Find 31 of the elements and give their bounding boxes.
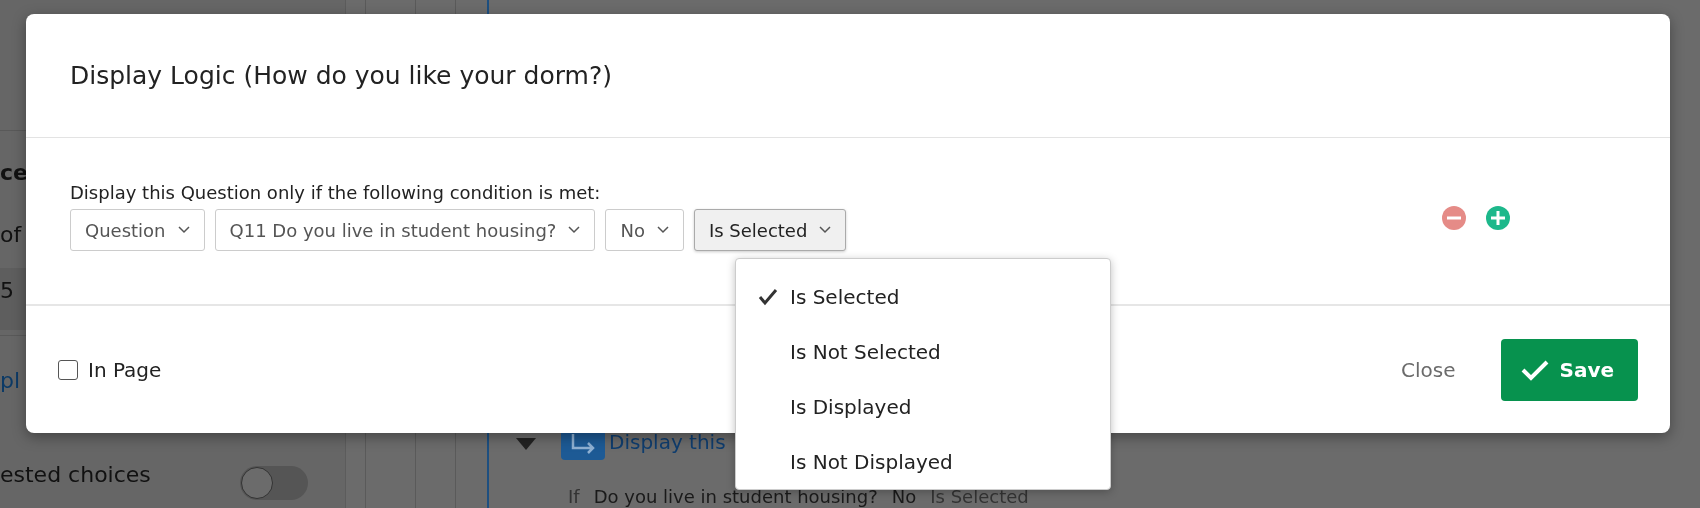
sidebar-text: ce [0, 160, 28, 185]
menu-item[interactable]: Is Selected [736, 270, 1110, 325]
condition-text: Do you live in student housing? [593, 486, 878, 507]
close-button[interactable]: Close [1365, 357, 1492, 382]
chevron-icon [568, 226, 581, 234]
condition-dropdown[interactable]: Is Selected [693, 209, 847, 251]
dialog-title: Display Logic (How do you like your dorm?) [70, 61, 612, 90]
condition-dropdown[interactable]: No [605, 209, 684, 251]
check-icon [1521, 358, 1550, 381]
sidebar-text: 5 [0, 278, 14, 303]
sidebar-text: ested choices [0, 462, 151, 487]
condition-text: No [891, 486, 917, 507]
condition-prompt: Display this Question only if the following condition is met: [70, 182, 602, 203]
condition-dropdown[interactable]: Q11 Do you live in student housing? [214, 209, 596, 251]
menu-item[interactable]: Is Not Selected [736, 324, 1110, 380]
remove-icon[interactable] [1442, 206, 1466, 230]
chevron-icon [656, 226, 669, 234]
sidebar-text: of [0, 222, 22, 247]
condition-text: If [568, 486, 580, 507]
condition-text: Is Selected [930, 486, 1029, 507]
add-icon[interactable] [1486, 206, 1510, 230]
checkbox-label[interactable]: In Page [88, 357, 162, 382]
collapse-icon[interactable] [516, 438, 536, 450]
toggle-switch[interactable] [240, 466, 308, 500]
menu-item[interactable]: Is Displayed [736, 379, 1110, 435]
save-button[interactable]: Save [1501, 338, 1638, 401]
menu-item[interactable]: Is Not Displayed [736, 434, 1110, 489]
checkbox[interactable] [58, 359, 78, 380]
chevron-icon [819, 226, 832, 234]
chevron-icon [177, 226, 190, 234]
condition-dropdown[interactable]: Question [70, 209, 205, 251]
